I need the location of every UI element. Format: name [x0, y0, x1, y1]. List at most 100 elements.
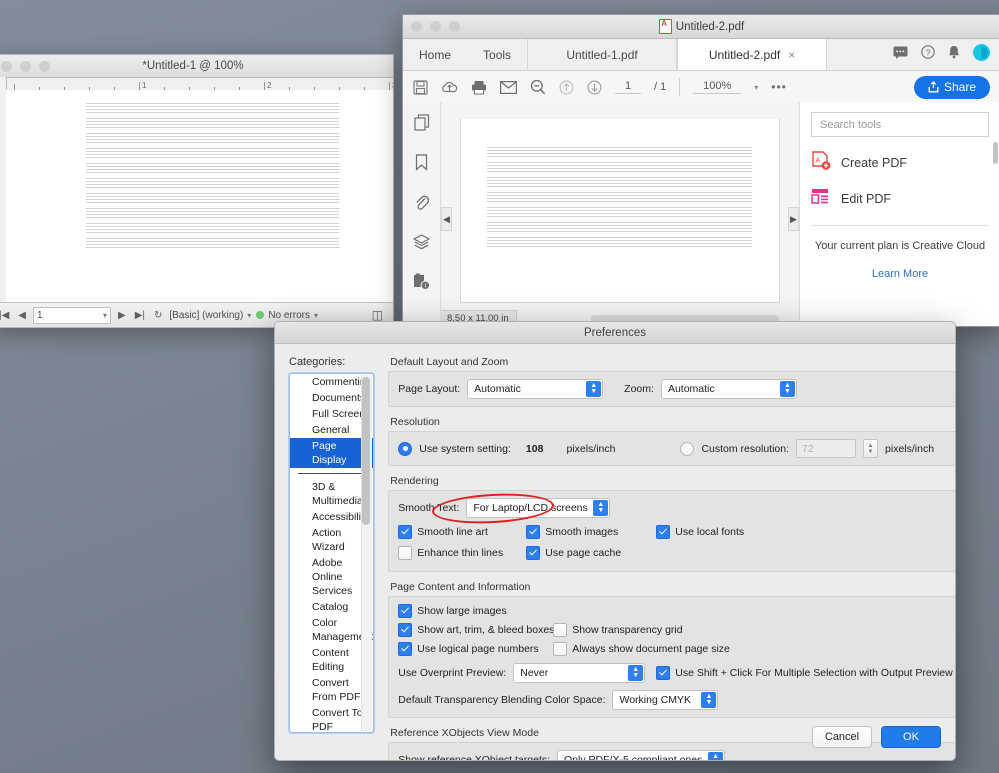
text-line: [86, 103, 339, 104]
use-local-fonts-row[interactable]: Use local fonts: [656, 525, 744, 539]
use-page-cache-row[interactable]: Use page cache: [526, 546, 621, 560]
next-page-button[interactable]: ▶: [116, 310, 128, 321]
zoom-level-input[interactable]: 100%: [693, 80, 741, 94]
tool-create-pdf[interactable]: A Create PDF: [811, 151, 989, 174]
indesign-canvas[interactable]: [6, 90, 393, 303]
overprint-select[interactable]: Never ▲▼: [513, 663, 645, 683]
collapse-right-panel-button[interactable]: ▶: [788, 207, 799, 231]
text-line: [86, 148, 339, 149]
group-page-content: Show large images Show art, trim, & blee…: [388, 596, 956, 718]
acrobat-tabbar[interactable]: Home Tools Untitled-1.pdf Untitled-2.pdf…: [403, 39, 999, 71]
acrobat-document-area[interactable]: ◀ ▶: [441, 102, 799, 326]
page-layout-select[interactable]: Automatic ▲▼: [467, 379, 603, 399]
smooth-line-art-checkbox[interactable]: [398, 525, 412, 539]
last-page-button[interactable]: ▶|: [133, 310, 147, 321]
always-show-page-size-row[interactable]: Always show document page size: [553, 642, 730, 656]
use-system-setting-radio[interactable]: [398, 442, 412, 456]
always-show-page-size-checkbox[interactable]: [553, 642, 567, 656]
smooth-images-row[interactable]: Smooth images: [526, 525, 656, 539]
custom-resolution-radio[interactable]: [680, 442, 694, 456]
preflight-status[interactable]: No errors ▾: [256, 310, 318, 321]
shift-click-row[interactable]: Use Shift + Click For Multiple Selection…: [656, 666, 952, 680]
show-large-images-checkbox[interactable]: [398, 604, 412, 618]
cancel-button[interactable]: Cancel: [812, 726, 872, 748]
show-large-images-row[interactable]: Show large images: [398, 604, 506, 618]
tab-untitled-2[interactable]: Untitled-2.pdf ×: [677, 39, 827, 70]
zoom-out-icon[interactable]: [530, 79, 546, 95]
preferences-titlebar[interactable]: Preferences: [275, 322, 955, 344]
upload-cloud-icon[interactable]: [441, 80, 458, 95]
tool-edit-pdf[interactable]: Edit PDF: [811, 188, 989, 209]
logical-page-numbers-checkbox[interactable]: [398, 642, 412, 656]
use-page-cache-checkbox[interactable]: [526, 546, 540, 560]
blending-select[interactable]: Working CMYK ▲▼: [612, 690, 718, 710]
xobject-targets-label: Show reference XObject targets:: [398, 754, 550, 761]
share-button[interactable]: Share: [914, 76, 990, 99]
categories-label: Categories:: [289, 356, 374, 368]
enhance-thin-lines-row[interactable]: Enhance thin lines: [398, 546, 526, 560]
acrobat-toolbar[interactable]: 1 / 1 100% ▾ ••• Share: [403, 71, 999, 104]
tab-untitled-1[interactable]: Untitled-1.pdf: [527, 39, 677, 70]
use-page-cache-label: Use page cache: [545, 547, 621, 559]
acrobat-tools-panel[interactable]: Search tools A Create PDF Edit PDF Your …: [799, 102, 999, 326]
custom-resolution-input[interactable]: 72: [796, 439, 856, 458]
show-transparency-grid-row[interactable]: Show transparency grid: [553, 623, 682, 637]
bell-icon[interactable]: [948, 45, 960, 64]
close-icon[interactable]: ×: [788, 48, 795, 62]
zoom-select[interactable]: Automatic ▲▼: [661, 379, 797, 399]
view-layout-icon[interactable]: ◫: [370, 308, 389, 322]
collapse-left-panel-button[interactable]: ◀: [441, 207, 452, 231]
shift-click-checkbox[interactable]: [656, 666, 670, 680]
indesign-titlebar[interactable]: *Untitled-1 @ 100%: [0, 55, 393, 78]
enhance-thin-lines-checkbox[interactable]: [398, 546, 412, 560]
logical-page-numbers-row[interactable]: Use logical page numbers: [398, 642, 553, 656]
more-tools-button[interactable]: •••: [771, 80, 787, 94]
refresh-icon[interactable]: ↻: [152, 310, 164, 321]
comment-icon[interactable]: [893, 46, 908, 64]
dialog-title: Preferences: [584, 327, 646, 339]
smooth-line-art-row[interactable]: Smooth line art: [398, 525, 526, 539]
preferences-dialog[interactable]: Preferences Categories: CommentingDocume…: [274, 321, 956, 761]
indesign-window[interactable]: *Untitled-1 @ 100% 1 2 3: [0, 54, 394, 328]
categories-list[interactable]: CommentingDocumentsFull ScreenGeneralPag…: [289, 373, 374, 733]
save-icon[interactable]: [413, 80, 428, 95]
help-icon[interactable]: ?: [921, 45, 935, 64]
custom-resolution-stepper[interactable]: ▲▼: [863, 439, 878, 458]
acrobat-titlebar[interactable]: Untitled-2.pdf: [403, 15, 999, 39]
categories-scrollbar-thumb[interactable]: [362, 377, 370, 525]
previous-page-button[interactable]: ◀: [16, 310, 28, 321]
smooth-text-select[interactable]: For Laptop/LCD screens ▲▼: [466, 498, 610, 518]
page-number-field[interactable]: 1 ▾: [33, 307, 111, 324]
show-boxes-row[interactable]: Show art, trim, & bleed boxes: [398, 623, 553, 637]
acrobat-left-rail[interactable]: i: [403, 102, 441, 326]
ok-button[interactable]: OK: [881, 726, 941, 748]
preflight-preset[interactable]: [Basic] (working) ▾: [169, 310, 251, 321]
learn-more-link[interactable]: Learn More: [811, 268, 989, 280]
show-transparency-grid-checkbox[interactable]: [553, 623, 567, 637]
show-boxes-checkbox[interactable]: [398, 623, 412, 637]
chevron-down-icon[interactable]: ▾: [754, 83, 758, 92]
first-page-button[interactable]: |◀: [0, 310, 11, 321]
attachments-icon[interactable]: [414, 194, 429, 216]
bookmarks-icon[interactable]: [415, 154, 428, 176]
tab-home[interactable]: Home: [403, 39, 467, 70]
text-line: [487, 240, 752, 241]
tab-tools[interactable]: Tools: [467, 39, 527, 70]
page-down-icon[interactable]: [587, 80, 602, 95]
panel-scrollbar[interactable]: [993, 142, 998, 164]
search-tools-input[interactable]: Search tools: [811, 112, 989, 137]
print-icon[interactable]: [471, 80, 487, 95]
page-number-input[interactable]: 1: [615, 80, 641, 94]
acrobat-header-icons[interactable]: ?: [893, 39, 999, 70]
document-info-icon[interactable]: i: [413, 273, 430, 295]
page-up-icon[interactable]: [559, 80, 574, 95]
page-thumbnails-icon[interactable]: [414, 114, 430, 136]
categories-scrollbar-track[interactable]: [361, 375, 372, 731]
use-local-fonts-checkbox[interactable]: [656, 525, 670, 539]
acrobat-window[interactable]: Untitled-2.pdf Home Tools Untitled-1.pdf…: [402, 14, 999, 327]
avatar[interactable]: [973, 44, 990, 66]
email-icon[interactable]: [500, 81, 517, 94]
xobject-targets-select[interactable]: Only PDF/X-5 compliant ones ▲▼: [557, 750, 725, 761]
layers-icon[interactable]: [413, 234, 430, 255]
smooth-images-checkbox[interactable]: [526, 525, 540, 539]
